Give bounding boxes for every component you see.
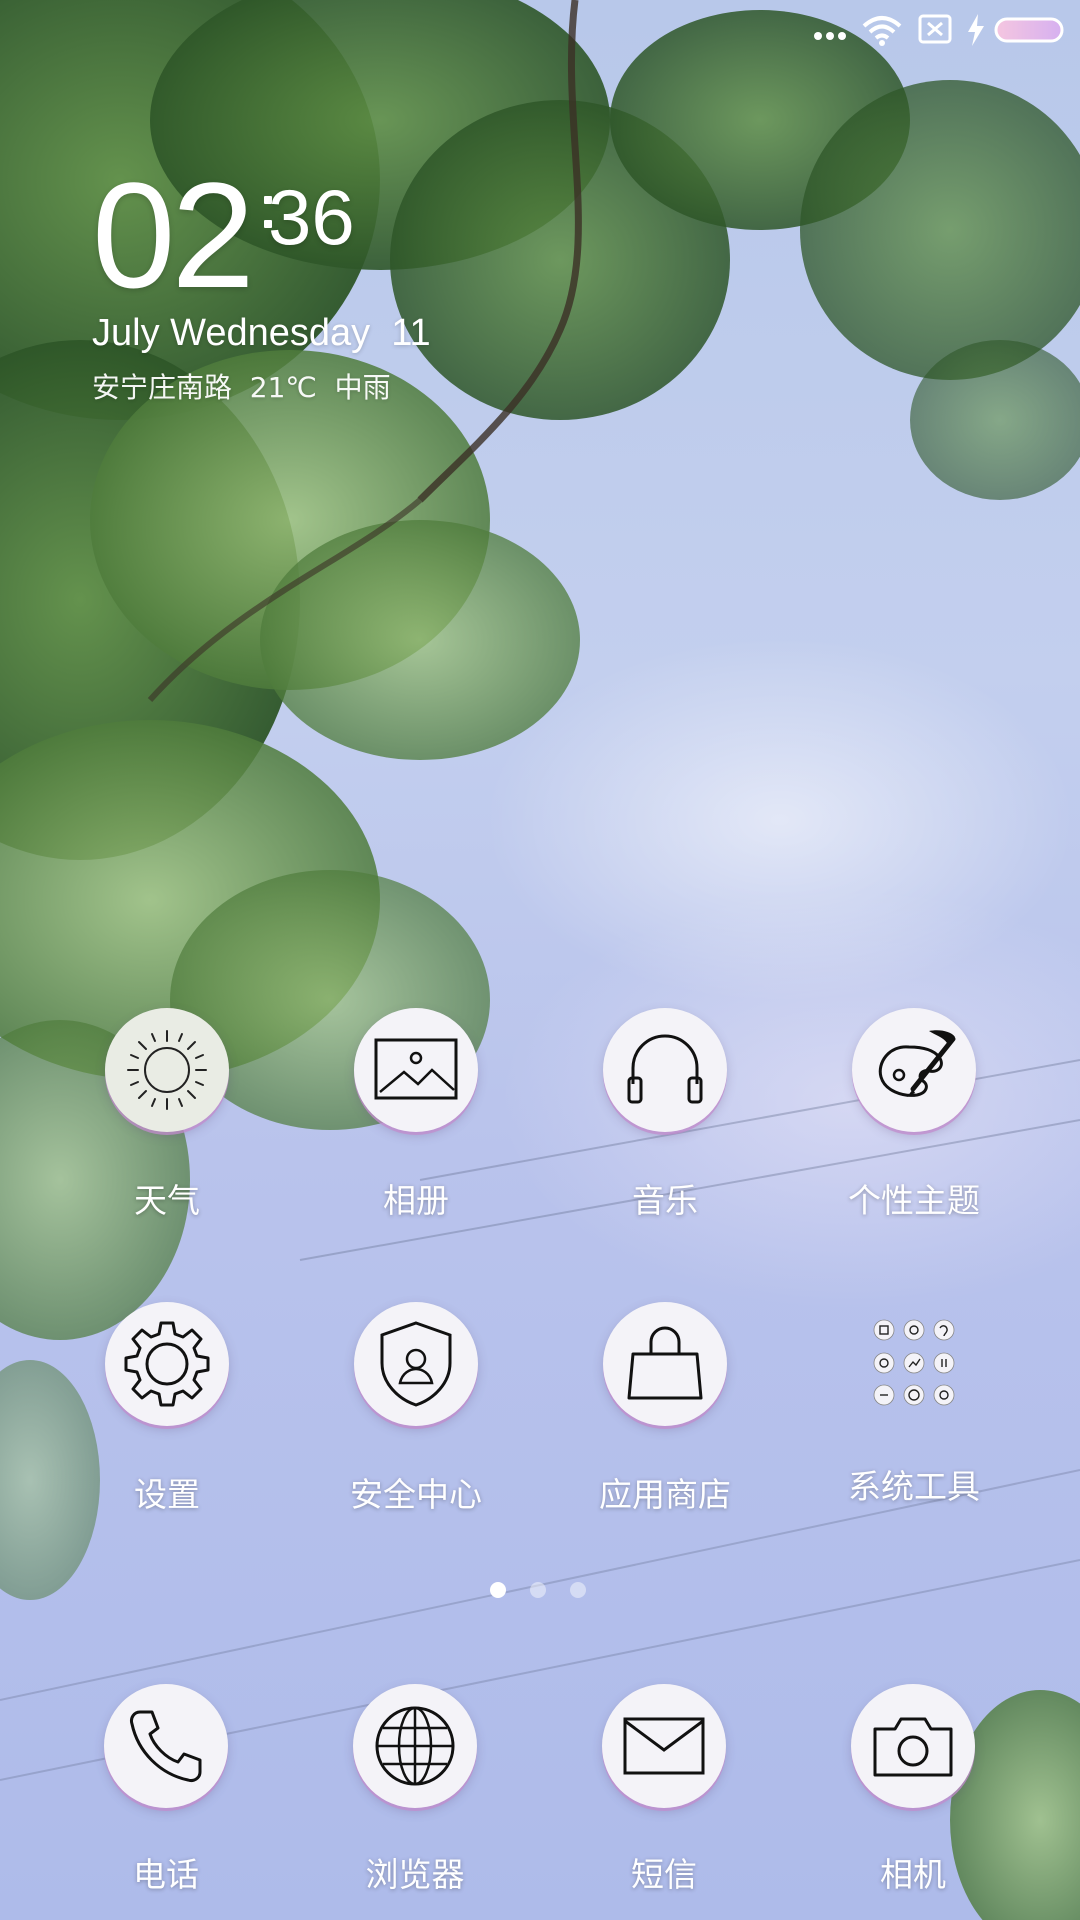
app-icon [354, 1008, 478, 1132]
headphones-icon [627, 1034, 703, 1104]
wifi-icon [862, 16, 902, 46]
app-label: 个性主题 [848, 1181, 980, 1220]
app-label: 电话 [133, 1855, 199, 1894]
page-dot[interactable] [530, 1582, 546, 1598]
status-bar [0, 0, 1080, 58]
dock-phone[interactable]: 电话 [56, 1684, 276, 1896]
app-icon [603, 1008, 727, 1132]
app-themes[interactable]: 个性主题 [804, 1008, 1024, 1222]
dock-camera[interactable]: 相机 [803, 1684, 1023, 1896]
camera-icon [873, 1717, 953, 1777]
charging-icon [968, 14, 984, 46]
no-sim-icon [918, 14, 952, 44]
image-icon [374, 1038, 458, 1100]
app-label: 短信 [631, 1855, 697, 1894]
app-weather[interactable]: 天气 [57, 1008, 277, 1222]
page-dot-active[interactable] [490, 1582, 506, 1598]
clock-minutes: 36 [268, 173, 355, 261]
envelope-icon [623, 1717, 705, 1775]
app-gallery[interactable]: 相册 [306, 1008, 526, 1222]
app-icon [353, 1684, 477, 1808]
shield-user-icon [380, 1321, 452, 1407]
sun-icon [127, 1030, 207, 1110]
app-music[interactable]: 音乐 [555, 1008, 775, 1222]
app-icon [602, 1684, 726, 1808]
page-indicator[interactable] [488, 1580, 598, 1600]
dock-messages[interactable]: 短信 [554, 1684, 774, 1896]
app-label: 浏览器 [365, 1855, 465, 1894]
app-label: 天气 [134, 1181, 200, 1220]
app-label: 相机 [880, 1855, 946, 1894]
app-icon [851, 1684, 975, 1808]
app-icon [354, 1302, 478, 1426]
palette-brush-icon [878, 1030, 956, 1097]
more-dots-icon [814, 32, 846, 40]
folder-grid-icon [852, 1302, 976, 1426]
app-icon [852, 1008, 976, 1132]
app-label: 音乐 [632, 1181, 698, 1220]
globe-icon [375, 1706, 455, 1786]
app-label: 系统工具 [848, 1467, 980, 1506]
app-label: 安全中心 [350, 1475, 482, 1514]
app-system-tools-folder[interactable]: 系统工具 [804, 1302, 1024, 1508]
app-icon [104, 1684, 228, 1808]
app-icon [603, 1302, 727, 1426]
date-text: July Wednesday 11 [92, 312, 431, 354]
app-label: 相册 [383, 1181, 449, 1220]
page-dot[interactable] [570, 1582, 586, 1598]
gear-icon [124, 1321, 210, 1407]
app-label: 设置 [134, 1475, 200, 1514]
clock-hours: 02 [92, 151, 255, 319]
app-store[interactable]: 应用商店 [555, 1302, 775, 1516]
weather-text: 安宁庄南路 21℃ 中雨 [92, 371, 391, 404]
app-icon [105, 1008, 229, 1132]
app-settings[interactable]: 设置 [57, 1302, 277, 1516]
app-security-center[interactable]: 安全中心 [306, 1302, 526, 1516]
phone-icon [130, 1710, 202, 1782]
app-label: 应用商店 [599, 1475, 731, 1514]
shopping-bag-icon [627, 1326, 703, 1400]
home-screen: 02 36 July Wednesday 11 安宁庄南路 21℃ 中雨 天气 … [0, 0, 1080, 1920]
dock-browser[interactable]: 浏览器 [305, 1684, 525, 1896]
app-icon [105, 1302, 229, 1426]
battery-icon [994, 17, 1064, 43]
